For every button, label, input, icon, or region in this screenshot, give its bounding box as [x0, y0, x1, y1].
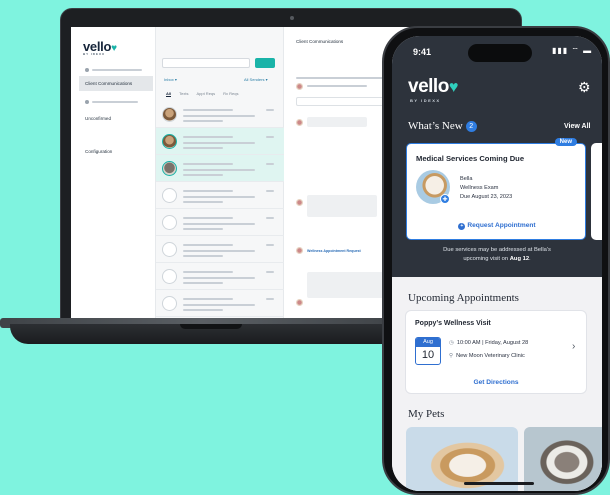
list-item[interactable] [156, 236, 284, 263]
get-directions-button[interactable]: Get Directions [406, 379, 586, 386]
services-due-title: Medical Services Coming Due [416, 154, 525, 163]
services-due-card[interactable]: New Medical Services Coming Due ✚ Bella … [406, 138, 587, 240]
laptop-camera [290, 16, 294, 20]
app-logo: vello♥ BY IDEXX [83, 39, 117, 56]
tab-rx-reqs[interactable]: Rx Reqs [223, 91, 238, 97]
tab-all[interactable]: All [166, 91, 172, 97]
conversation-list: Inbox ▾ All Senders ▾ All Texts Appt Req… [156, 27, 284, 321]
sidebar-item-configuration[interactable]: Configuration [79, 144, 153, 159]
phone-screen: 9:41 ▮▮▮ ⌔ ▬ vello♥ BY IDEXX ⚙ What’s Ne… [392, 36, 602, 491]
pet-card-cat[interactable] [524, 427, 602, 491]
my-pets-title: My Pets [408, 408, 445, 420]
home-indicator [464, 482, 534, 485]
phone-logo: vello♥ BY IDEXX [408, 76, 459, 103]
phone-notch [468, 44, 532, 62]
list-item[interactable] [156, 128, 284, 155]
upcoming-appointments-title: Upcoming Appointments [408, 292, 519, 304]
location-pin-icon: ⚲ [449, 353, 454, 359]
request-appointment-button[interactable]: + Request Appointment [407, 222, 587, 230]
appointment-card[interactable]: Poppy’s Wellness Visit Aug 10 ◷ 10:00 AM … [406, 311, 586, 393]
heart-logo-icon: ♥ [448, 79, 459, 96]
phone-logo-sub: BY IDEXX [410, 98, 441, 103]
syringe-icon: ✚ [440, 194, 450, 204]
view-all-link[interactable]: View All [564, 123, 590, 130]
list-tabs: All Texts Appt Reqs Rx Reqs [166, 91, 239, 97]
phone-logo-text: vello [408, 76, 449, 97]
gear-icon[interactable]: ⚙ [578, 79, 591, 96]
calendar-icon: Aug 10 [415, 337, 441, 365]
appointment-request-link[interactable]: Wellness Appointment Request [307, 249, 361, 253]
avatar [296, 199, 303, 206]
status-time: 9:41 [413, 47, 432, 57]
app-sidebar: vello♥ BY IDEXX Client Communications Un… [71, 27, 156, 321]
message-bubble [307, 272, 387, 298]
whats-new-count-badge: 2 [465, 121, 477, 132]
request-appointment-label: Request Appointment [467, 222, 536, 229]
search-input[interactable] [162, 58, 250, 68]
due-note-line2: upcoming visit on Aug 12. [463, 256, 531, 262]
heart-logo-icon: ♥ [111, 43, 117, 54]
message-bubble [307, 117, 367, 127]
laptop-base [10, 324, 405, 344]
plus-circle-icon: + [458, 223, 466, 230]
chat-line [307, 85, 367, 87]
services-due-details: Bella Wellness Exam Due August 23, 2023 [460, 175, 512, 202]
search-button[interactable] [255, 58, 275, 68]
calendar-month: Aug [416, 338, 440, 347]
sidebar-placeholder-row [85, 99, 138, 105]
list-item[interactable] [156, 155, 284, 182]
whats-new-title: What’s New [408, 120, 463, 132]
due-date: Due August 23, 2023 [460, 194, 513, 200]
sidebar-placeholder-row [85, 67, 142, 73]
list-item[interactable] [156, 209, 284, 236]
inbox-filter[interactable]: Inbox ▾ [164, 77, 177, 82]
pet-name: Bella [460, 176, 473, 182]
sender-filter[interactable]: All Senders ▾ [244, 77, 268, 82]
next-card-peek[interactable] [591, 143, 602, 240]
list-item[interactable] [156, 290, 284, 317]
service-name: Wellness Exam [460, 185, 499, 191]
appointment-title: Poppy’s Wellness Visit [415, 320, 491, 327]
avatar [296, 247, 303, 254]
avatar [296, 83, 303, 90]
list-item[interactable] [156, 263, 284, 290]
appointment-time: ◷ 10:00 AM | Friday, August 28 [449, 340, 529, 346]
clock-icon: ◷ [449, 340, 454, 346]
chat-title: Client Communications [296, 39, 344, 44]
message-bubble [307, 195, 377, 217]
calendar-day: 10 [421, 349, 435, 361]
chevron-right-icon[interactable]: › [572, 341, 575, 352]
appointment-clinic: ⚲ New Moon Veterinary Clinic [449, 353, 525, 359]
list-item[interactable] [156, 101, 284, 128]
avatar [296, 299, 303, 306]
tab-texts[interactable]: Texts [179, 91, 188, 97]
tab-appt-reqs[interactable]: Appt Reqs [196, 91, 215, 97]
chat-search-input[interactable] [296, 97, 396, 106]
avatar [296, 119, 303, 126]
status-icons: ▮▮▮ ⌔ ▬ [552, 46, 593, 55]
whats-new-heading: What’s New 2 [408, 120, 477, 132]
sidebar-item-unconfirmed[interactable]: Unconfirmed [79, 111, 153, 126]
new-badge: New [554, 138, 577, 146]
sidebar-item-client-communications[interactable]: Client Communications [79, 76, 153, 91]
due-note: Due services may be addressed at Bella’s… [402, 246, 592, 264]
due-note-line1: Due services may be addressed at Bella’s [443, 247, 551, 253]
list-item[interactable] [156, 182, 284, 209]
phone: 9:41 ▮▮▮ ⌔ ▬ vello♥ BY IDEXX ⚙ What’s Ne… [382, 26, 610, 495]
